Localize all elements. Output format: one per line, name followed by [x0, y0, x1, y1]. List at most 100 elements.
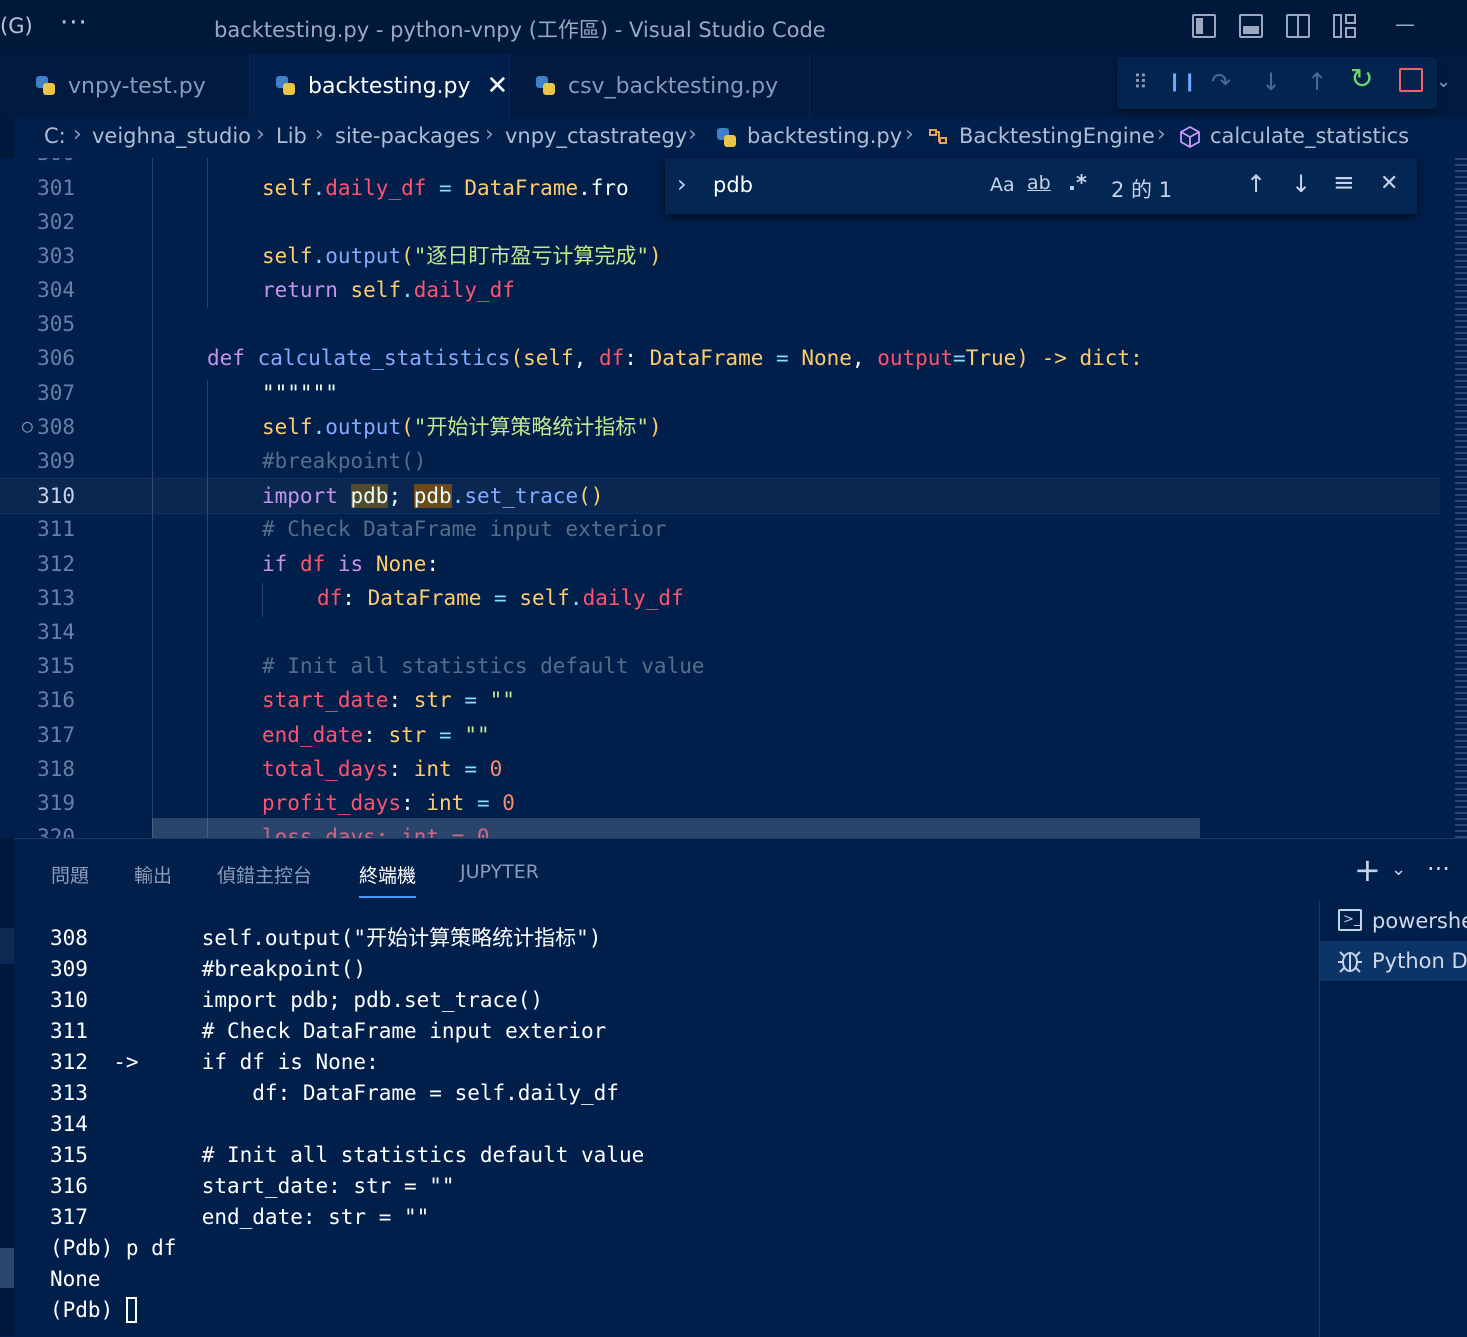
tab-csv-backtesting[interactable]: csv_backtesting.py: [510, 54, 810, 118]
line-number: 319: [37, 791, 75, 815]
terminal-line: 314: [50, 1112, 88, 1136]
restart-icon[interactable]: ↻: [1350, 64, 1373, 94]
terminal-line: 309 #breakpoint(): [50, 957, 367, 981]
close-icon[interactable]: ✕: [1380, 171, 1398, 196]
step-out-icon[interactable]: ↑: [1307, 67, 1327, 97]
toggle-secondary-sidebar-icon[interactable]: [1286, 14, 1310, 38]
code-line: 309 #breakpoint(): [0, 444, 1440, 478]
line-number: 301: [37, 176, 75, 200]
terminal-item-label: powershell: [1372, 909, 1467, 933]
python-file-icon: [276, 76, 296, 96]
tab-output[interactable]: 輸出: [134, 861, 172, 888]
code-text: start_date: str = "": [262, 688, 515, 712]
new-terminal-button[interactable]: +: [1354, 851, 1381, 889]
line-number: 312: [37, 552, 75, 576]
breadcrumb-item[interactable]: C:: [44, 124, 66, 148]
code-editor[interactable]: 300 301 self.daily_df = DataFrame.fro 30…: [0, 158, 1467, 838]
python-file-icon: [36, 76, 56, 96]
current-line: 310 import pdb; pdb.set_trace(): [0, 478, 1440, 514]
customize-layout-icon[interactable]: [1333, 14, 1357, 38]
code-text: if df is None:: [262, 552, 440, 576]
debug-icon: [1336, 947, 1364, 975]
code-line: 313 df: DataFrame = self.daily_df: [0, 581, 1440, 615]
code-text: self.output("开始计算策略统计指标"): [262, 415, 662, 439]
line-number: 302: [37, 210, 75, 234]
chevron-right-icon: ›: [688, 122, 697, 147]
chevron-down-icon[interactable]: ⌄: [1436, 67, 1451, 97]
code-text: # Check DataFrame input exterior: [262, 517, 667, 541]
chevron-right-icon: ›: [485, 122, 494, 147]
previous-match-button[interactable]: ↑: [1246, 170, 1266, 198]
next-match-button[interactable]: ↓: [1291, 170, 1311, 198]
code-line: 318 total_days: int = 0: [0, 752, 1440, 786]
tab-label: backtesting.py: [308, 73, 471, 99]
line-number: 315: [37, 654, 75, 678]
tab-vnpy-test[interactable]: vnpy-test.py: [0, 54, 250, 118]
debug-toolbar: ⠿ ❙❙ ↷ ↓ ↑ ↻ ⌄: [1117, 57, 1451, 109]
toggle-panel-icon[interactable]: [1239, 14, 1263, 38]
tab-problems[interactable]: 問題: [51, 861, 89, 888]
line-number: 300: [0, 158, 75, 170]
more-actions-button[interactable]: ···: [1427, 855, 1450, 883]
toggle-primary-sidebar-icon[interactable]: [1192, 14, 1216, 38]
tab-terminal[interactable]: 終端機: [359, 861, 417, 898]
breadcrumb-item[interactable]: site-packages: [335, 124, 480, 148]
breadcrumb: C: › veighna_studio › Lib › site-package…: [0, 118, 1467, 158]
find-input[interactable]: pdb: [713, 173, 753, 197]
line-number: 317: [37, 723, 75, 747]
breadcrumb-item[interactable]: calculate_statistics: [1210, 124, 1409, 148]
terminal-output[interactable]: 308 self.output("开始计算策略统计指标") 309 #breakp…: [50, 923, 644, 1326]
toggle-replace-icon[interactable]: ›: [677, 170, 687, 198]
code-text: """""": [262, 381, 338, 405]
close-icon[interactable]: ✕: [487, 71, 509, 101]
code-text: import pdb; pdb.set_trace(): [262, 484, 604, 508]
find-in-selection-button[interactable]: ≡: [1333, 168, 1355, 198]
tab-backtesting[interactable]: backtesting.py ✕: [250, 54, 510, 118]
code-line: ○ 308 self.output("开始计算策略统计指标"): [0, 410, 1440, 444]
terminal-line: 312 -> if df is None:: [50, 1050, 379, 1074]
terminal-item-label: Python Debug Console: [1372, 949, 1467, 973]
terminal-item-powershell[interactable]: >_ powershell: [1320, 901, 1467, 941]
step-over-icon[interactable]: ↷: [1211, 67, 1231, 97]
terminal-item-python-debug[interactable]: Python Debug Console: [1320, 941, 1467, 981]
drag-handle-icon[interactable]: ⠿: [1133, 67, 1148, 97]
line-number: 309: [37, 449, 75, 473]
terminal-line: 310 import pdb; pdb.set_trace(): [50, 988, 544, 1012]
line-number: 311: [37, 517, 75, 541]
minimap[interactable]: [1455, 158, 1467, 838]
breadcrumb-item[interactable]: backtesting.py: [747, 124, 902, 148]
stop-icon[interactable]: [1399, 68, 1423, 92]
step-into-icon[interactable]: ↓: [1261, 67, 1281, 97]
find-match: pdb: [350, 484, 389, 508]
code-text: df: DataFrame = self.daily_df: [317, 586, 684, 610]
line-number: 303: [37, 244, 75, 268]
minimize-button[interactable]: —: [1395, 12, 1415, 36]
line-number: 308: [37, 415, 75, 439]
breadcrumb-item[interactable]: veighna_studio: [92, 124, 251, 148]
menu-fragment[interactable]: (G): [0, 14, 33, 38]
more-menu-button[interactable]: ···: [60, 8, 88, 38]
terminal-line: (Pdb) p df: [50, 1236, 177, 1260]
code-text: def calculate_statistics(self, df: DataF…: [207, 346, 1143, 370]
breadcrumb-item[interactable]: BacktestingEngine: [959, 124, 1155, 148]
match-count: 2 的 1: [1111, 178, 1173, 202]
pause-icon[interactable]: ❙❙: [1167, 67, 1197, 97]
tab-debug-console[interactable]: 偵錯主控台: [217, 861, 312, 888]
code-text: total_days: int = 0: [262, 757, 503, 781]
whole-word-toggle[interactable]: ab: [1027, 172, 1051, 194]
tab-jupyter[interactable]: JUPYTER: [460, 861, 539, 883]
breadcrumb-item[interactable]: vnpy_ctastrategy: [505, 124, 687, 148]
breadcrumb-item[interactable]: Lib: [276, 124, 307, 148]
pdb-prompt: (Pdb): [50, 1298, 126, 1322]
chevron-right-icon: ›: [1157, 122, 1166, 147]
terminal-prompt-line[interactable]: (Pdb): [50, 1295, 644, 1326]
chevron-down-icon[interactable]: ⌄: [1391, 859, 1406, 880]
horizontal-scrollbar[interactable]: [152, 818, 1200, 838]
find-widget: › pdb Aa ab .* 2 的 1 ↑ ↓ ≡ ✕: [665, 158, 1417, 214]
code-text: #breakpoint(): [262, 449, 427, 473]
line-number: 310: [37, 484, 75, 508]
line-number: 304: [37, 278, 75, 302]
regex-toggle[interactable]: .*: [1068, 171, 1087, 195]
match-case-toggle[interactable]: Aa: [990, 174, 1015, 196]
python-file-icon: [717, 128, 737, 148]
